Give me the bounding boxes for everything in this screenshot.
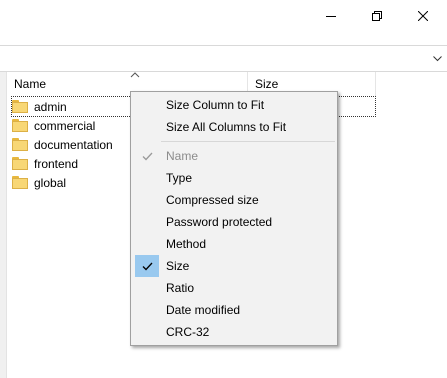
title-bar xyxy=(0,0,447,32)
list-item-label: documentation xyxy=(34,137,113,152)
checkmark-icon xyxy=(135,255,159,277)
list-item-label: admin xyxy=(34,99,67,114)
list-item[interactable]: global xyxy=(12,173,66,192)
address-dropdown-button[interactable] xyxy=(427,46,447,71)
menu-item-size-column-to-fit[interactable]: Size Column to Fit xyxy=(133,94,335,116)
minimize-button[interactable] xyxy=(308,0,354,32)
menu-item-size[interactable]: Size xyxy=(133,255,335,277)
list-item-label: global xyxy=(34,175,67,190)
menu-item-label: Date modified xyxy=(166,303,241,317)
menu-item-crc-32[interactable]: CRC-32 xyxy=(133,321,335,343)
menu-item-label: Method xyxy=(166,237,207,251)
column-header-label: Name xyxy=(14,77,47,91)
folder-icon xyxy=(12,138,28,151)
minimize-icon xyxy=(326,16,336,17)
list-item[interactable]: frontend xyxy=(12,154,78,173)
archive-window: Name Size admin commercial documentation… xyxy=(0,0,447,378)
close-icon xyxy=(418,11,428,21)
checkmark-icon xyxy=(135,145,159,167)
folder-icon xyxy=(12,176,28,189)
list-item-label: commercial xyxy=(34,118,96,133)
menu-item-label: Compressed size xyxy=(166,193,259,207)
folder-icon xyxy=(12,100,28,113)
chevron-down-icon xyxy=(432,55,442,61)
menu-item-label: Password protected xyxy=(166,215,273,229)
menu-separator xyxy=(161,141,335,142)
menu-item-label: Ratio xyxy=(166,281,195,295)
menu-item-label: Size All Columns to Fit xyxy=(166,120,287,134)
column-header-label: Size xyxy=(255,77,279,91)
menu-item-label: Size xyxy=(166,259,190,273)
list-item[interactable]: documentation xyxy=(12,135,113,154)
sort-ascending-icon xyxy=(130,72,140,78)
menu-item-password-protected[interactable]: Password protected xyxy=(133,211,335,233)
menu-item-method[interactable]: Method xyxy=(133,233,335,255)
list-item[interactable]: commercial xyxy=(12,116,95,135)
menu-item-label: Name xyxy=(166,149,199,163)
list-item-label: frontend xyxy=(34,156,79,171)
restore-icon xyxy=(372,11,382,21)
menu-item-date-modified[interactable]: Date modified xyxy=(133,299,335,321)
close-button[interactable] xyxy=(400,0,446,32)
menu-item-type[interactable]: Type xyxy=(133,167,335,189)
address-bar[interactable] xyxy=(0,45,447,72)
left-pane-edge xyxy=(0,72,7,378)
menu-item-label: Type xyxy=(166,171,193,185)
menu-item-ratio[interactable]: Ratio xyxy=(133,277,335,299)
menu-item-compressed-size[interactable]: Compressed size xyxy=(133,189,335,211)
folder-icon xyxy=(12,157,28,170)
restore-button[interactable] xyxy=(354,0,400,32)
column-context-menu: Size Column to Fit Size All Columns to F… xyxy=(130,91,338,346)
menu-item-label: CRC-32 xyxy=(166,325,210,339)
folder-icon xyxy=(12,119,28,132)
menu-item-label: Size Column to Fit xyxy=(166,98,265,112)
menu-item-name: Name xyxy=(133,145,335,167)
menu-item-size-all-columns-to-fit[interactable]: Size All Columns to Fit xyxy=(133,116,335,138)
